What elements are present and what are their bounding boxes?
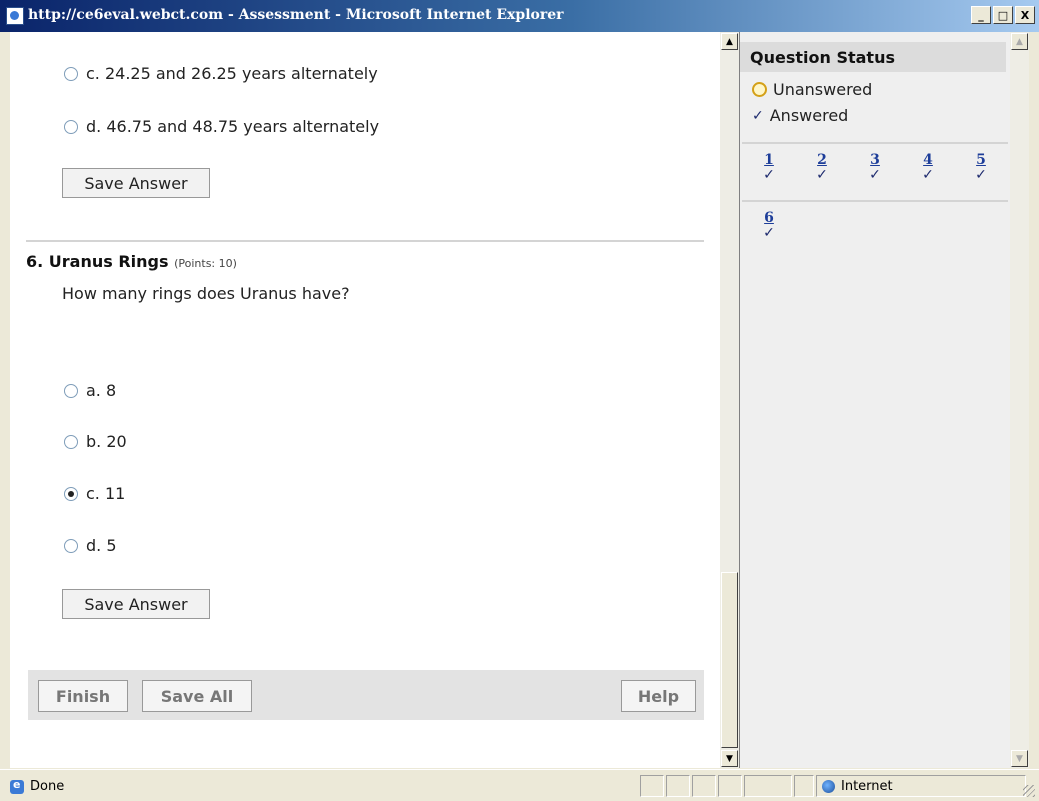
option-label: c. 24.25 and 26.25 years alternately (86, 64, 378, 83)
legend-unanswered: Unanswered (752, 80, 872, 99)
window-title: http://ce6eval.webct.com - Assessment - … (28, 7, 564, 23)
question-nav-4[interactable]: 4 ✓ (917, 152, 939, 182)
question-link[interactable]: 5 (970, 152, 992, 168)
question-divider (26, 240, 704, 242)
ie-page-icon (6, 7, 24, 25)
question-nav-5[interactable]: 5 ✓ (970, 152, 992, 182)
maximize-button[interactable]: □ (993, 6, 1013, 24)
option-label: a. 8 (86, 381, 117, 400)
scroll-down-arrow-icon[interactable]: ▼ (721, 750, 738, 767)
save-answer-button-q6[interactable]: Save Answer (62, 589, 210, 619)
scroll-thumb[interactable] (721, 572, 738, 748)
status-panel-slot (718, 775, 742, 797)
status-bar: Done Internet (0, 769, 1039, 801)
legend-label: Unanswered (773, 80, 873, 99)
question-title: 6. Uranus Rings (Points: 10) (26, 252, 237, 271)
save-all-button[interactable]: Save All (142, 680, 252, 712)
option-b[interactable]: b. 20 (64, 432, 127, 451)
status-divider (742, 200, 1008, 202)
question-text: How many rings does Uranus have? (62, 284, 350, 303)
question-nav-2[interactable]: 2 ✓ (811, 152, 833, 182)
question-link[interactable]: 4 (917, 152, 939, 168)
question-nav-6[interactable]: 6 ✓ (758, 210, 780, 240)
answered-check-icon: ✓ (975, 167, 987, 183)
question-nav-1[interactable]: 1 ✓ (758, 152, 780, 182)
option-label: d. 46.75 and 48.75 years alternately (86, 117, 380, 136)
radio-c-prev[interactable] (64, 66, 78, 81)
help-button[interactable]: Help (621, 680, 696, 712)
ie-page-icon (10, 778, 24, 794)
status-title: Question Status (750, 48, 895, 67)
status-panel-slot (666, 775, 690, 797)
title-bar: http://ce6eval.webct.com - Assessment - … (0, 0, 1039, 32)
status-done: Done (10, 778, 65, 794)
answered-check-icon: ✓ (816, 167, 828, 183)
option-c[interactable]: c. 11 (64, 484, 125, 503)
status-panel-slot (744, 775, 792, 797)
radio-d[interactable] (64, 538, 78, 553)
radio-a[interactable] (64, 383, 78, 398)
legend-answered: ✓ Answered (752, 106, 848, 125)
question-link[interactable]: 1 (758, 152, 780, 168)
content-scrollbar[interactable]: ▲ ▼ (720, 32, 739, 768)
option-label: c. 11 (86, 484, 126, 503)
status-panel-slot (692, 775, 716, 797)
status-text: Done (30, 779, 65, 794)
option-a[interactable]: a. 8 (64, 381, 116, 400)
status-panel-slot (794, 775, 814, 797)
security-zone: Internet (822, 779, 893, 794)
minimize-button[interactable]: _ (971, 6, 991, 24)
globe-icon (822, 780, 835, 793)
unanswered-circle-icon (752, 82, 767, 97)
save-answer-button-q5[interactable]: Save Answer (62, 168, 210, 198)
legend-label: Answered (769, 106, 849, 125)
option-label: d. 5 (86, 536, 117, 555)
browser-window: http://ce6eval.webct.com - Assessment - … (0, 0, 1039, 801)
answered-check-icon: ✓ (763, 167, 775, 183)
radio-b[interactable] (64, 434, 78, 449)
answered-check-icon: ✓ (869, 167, 881, 183)
status-scrollbar[interactable]: ▲ ▼ (1010, 32, 1029, 768)
prev-option-d[interactable]: d. 46.75 and 48.75 years alternately (64, 117, 379, 136)
question-points: (Points: 10) (174, 257, 237, 270)
radio-c[interactable] (64, 486, 78, 501)
prev-option-c[interactable]: c. 24.25 and 26.25 years alternately (64, 64, 378, 83)
answered-check-icon: ✓ (763, 225, 775, 241)
option-label: b. 20 (86, 432, 127, 451)
close-button[interactable]: X (1015, 6, 1035, 24)
question-link[interactable]: 2 (811, 152, 833, 168)
assessment-content (10, 32, 720, 768)
finish-button[interactable]: Finish (38, 680, 128, 712)
question-link[interactable]: 6 (758, 210, 780, 226)
scroll-up-arrow-icon[interactable]: ▲ (721, 33, 738, 50)
question-link[interactable]: 3 (864, 152, 886, 168)
scroll-up-arrow-icon[interactable]: ▲ (1011, 33, 1028, 50)
status-panel-slot (640, 775, 664, 797)
zone-label: Internet (841, 779, 893, 794)
question-nav-3[interactable]: 3 ✓ (864, 152, 886, 182)
question-number-title: 6. Uranus Rings (26, 252, 169, 271)
answered-check-icon: ✓ (922, 167, 934, 183)
scroll-down-arrow-icon[interactable]: ▼ (1011, 750, 1028, 767)
checkmark-icon: ✓ (752, 107, 764, 124)
radio-d-prev[interactable] (64, 119, 78, 134)
assessment-footer (28, 670, 704, 720)
option-d[interactable]: d. 5 (64, 536, 117, 555)
resize-grip-icon[interactable] (1023, 785, 1035, 797)
status-divider (742, 142, 1008, 144)
